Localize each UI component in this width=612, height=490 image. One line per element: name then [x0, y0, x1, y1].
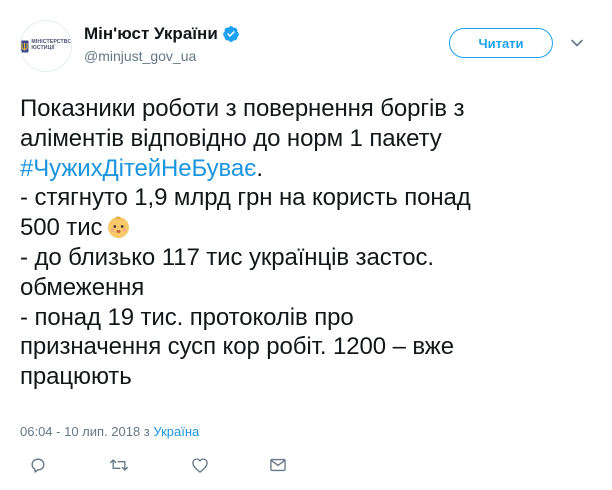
verified-badge-icon [222, 25, 240, 43]
avatar-text: МІНІСТЕРСТВО ЮСТИЦІЇ [31, 40, 71, 51]
tweet-text: Показники роботи з повернення боргів з а… [20, 94, 590, 392]
timestamp[interactable]: 06:04 - 10 лип. 2018 з [20, 424, 150, 439]
place-link[interactable]: Україна [153, 424, 199, 439]
display-name-text[interactable]: Мін'юст України [84, 24, 218, 44]
tweet-line: - понад 19 тис. протоколів про [20, 303, 354, 331]
tweet-actions [20, 455, 420, 477]
tweet-line: - до близько 117 тис українців застос. [20, 243, 434, 271]
account-handle[interactable]: @minjust_gov_ua [84, 47, 240, 65]
follow-button[interactable]: Читати [449, 28, 553, 58]
direct-message-icon[interactable] [268, 455, 290, 477]
display-name[interactable]: Мін'юст України [84, 24, 240, 44]
retweet-icon[interactable] [108, 455, 130, 477]
avatar-logo: МІНІСТЕРСТВО ЮСТИЦІЇ [21, 40, 71, 53]
chevron-down-icon[interactable] [570, 36, 584, 50]
tweet-meta: 06:04 - 10 лип. 2018 з Україна [20, 424, 199, 439]
tweet-line: призначення сусп кор робіт. 1200 – вже [20, 333, 454, 361]
tweet-header: МІНІСТЕРСТВО ЮСТИЦІЇ Мін'юст України @mi… [20, 20, 592, 74]
tweet-line: аліментів відповідно до норм 1 пакету [20, 124, 442, 152]
tweet-line: - стягнуто 1,9 млрд грн на користь понад [20, 184, 471, 212]
avatar[interactable]: МІНІСТЕРСТВО ЮСТИЦІЇ [20, 20, 72, 72]
tweet-line: #ЧужихДітейНеБуває. [20, 154, 590, 184]
tweet-line: 500 тис [20, 213, 590, 243]
tweet-line: обмеження [20, 273, 145, 301]
trident-emblem-icon [21, 40, 29, 53]
hashtag-suffix: . [256, 154, 263, 182]
reply-icon[interactable] [28, 455, 50, 477]
avatar-text-line: ЮСТИЦІЇ [31, 45, 55, 51]
account-name-block: Мін'юст України @minjust_gov_ua [84, 24, 240, 65]
tweet-line: Показники роботи з повернення боргів з [20, 95, 465, 122]
baby-emoji [106, 214, 131, 239]
tweet-line-text: 500 тис [20, 214, 103, 242]
hashtag-link[interactable]: #ЧужихДітейНеБуває [20, 155, 256, 182]
heart-icon[interactable] [190, 455, 212, 477]
tweet-line: працюють [20, 363, 132, 391]
